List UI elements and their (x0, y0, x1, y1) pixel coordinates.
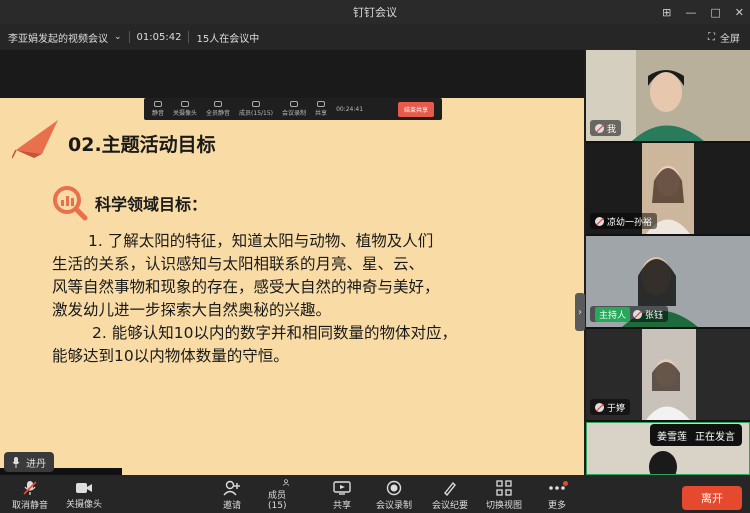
leave-button[interactable]: 离开 (682, 486, 742, 510)
participant-tile[interactable]: 我 (586, 50, 750, 141)
grid-icon (496, 479, 512, 496)
divider (188, 31, 190, 43)
next-page-arrow[interactable]: › (575, 293, 585, 331)
participant-tile[interactable]: 凉幼一孙裕 (586, 143, 750, 234)
toolbar-item: 成员(15/15) (239, 101, 273, 117)
toolbar-item: 会议录制 (282, 101, 306, 117)
more-label: 更多 (547, 500, 566, 511)
participant-label: 凉幼一孙裕 (590, 213, 658, 229)
toolbar-item: 静音 (152, 101, 164, 117)
mic-muted-icon (633, 309, 643, 319)
kite-icon (12, 120, 58, 159)
invite-label: 邀请 (222, 500, 241, 511)
unmute-label: 取消静音 (11, 500, 48, 511)
stop-share-button: 结束共享 (397, 101, 434, 117)
camera-label: 关摄像头 (65, 499, 102, 510)
mic-muted-icon (595, 402, 604, 412)
paragraph-line: 能够达到10以内物体数量的守恒。 (52, 347, 289, 365)
paragraph-line: 风等自然事物和现象的存在，感受大自然的神奇与美好， (52, 278, 440, 296)
chevron-down-icon[interactable]: ⌄ (114, 32, 122, 42)
members-label: 成员(15) (268, 491, 287, 511)
minutes-label: 会议纪要 (431, 500, 468, 511)
record-icon (386, 480, 402, 495)
paragraph-line: 1. 了解太阳的特征，知道太阳与动物、植物及人们 (88, 232, 434, 250)
pin-icon[interactable]: ⊞ (662, 6, 671, 19)
meeting-info-bar: 李亚娟发起的视频会议 ⌄ 01:05:42 15人在会议中 ⛶ 全屏 (0, 24, 750, 50)
record-label: 会议录制 (375, 500, 412, 511)
attendee-count: 15人在会议中 (196, 33, 260, 45)
speaking-indicator: 姜雪莲 正在发言 (650, 424, 742, 446)
slide-title: 02.主题活动目标 (68, 134, 216, 156)
switch-view-button[interactable]: 切换视图 (484, 479, 524, 511)
elapsed-time: 01:05:42 (136, 31, 182, 43)
share-button[interactable]: 共享 (328, 479, 356, 511)
mic-muted-icon (595, 216, 604, 226)
record-button[interactable]: 会议录制 (374, 479, 414, 511)
host-badge: 主持人 (595, 306, 631, 322)
microphone-muted-icon (23, 480, 37, 495)
active-speaker-chip: 进丹 (4, 452, 54, 472)
divider (128, 31, 130, 43)
add-user-icon (223, 480, 240, 495)
speaker-name: 进丹 (26, 458, 46, 470)
toolbar-item: 共享 (315, 101, 327, 117)
unmute-button[interactable]: 取消静音 (10, 479, 50, 511)
mic-muted-icon (595, 123, 604, 133)
camera-icon (76, 482, 92, 493)
share-screen-icon (333, 480, 351, 495)
toolbar-item: 全员静音 (206, 101, 230, 117)
minutes-button[interactable]: 会议纪要 (430, 479, 470, 511)
close-icon[interactable]: ✕ (735, 6, 744, 19)
paragraph-line: 2. 能够认知10以内的数字并和相同数量的物体对应， (92, 324, 457, 342)
magnifier-chart-icon (53, 186, 88, 221)
fullscreen-button[interactable]: ⛶ 全屏 (708, 24, 740, 50)
members-button[interactable]: 成员(15) (268, 479, 304, 511)
control-bar: 取消静音 关摄像头 邀请 成员(15) 共享 会议录制 会议纪要 切换视图 更多… (0, 475, 750, 513)
toolbar-item: 关摄像头 (173, 101, 197, 117)
window-controls: ⊞ — □ ✕ (662, 0, 744, 24)
speaking-name: 姜雪莲 (657, 431, 687, 443)
slide-body: 1. 了解太阳的特征，知道太阳与动物、植物及人们 生活的关系，认识感知与太阳相联… (52, 230, 532, 368)
notification-dot (563, 481, 568, 486)
section-title: 科学领域目标： (95, 195, 208, 214)
participant-label: 主持人 张钰 (590, 306, 669, 322)
members-icon (282, 479, 290, 486)
pen-icon (444, 481, 456, 496)
participant-label: 我 (590, 120, 622, 136)
invite-button[interactable]: 邀请 (220, 479, 244, 511)
view-label: 切换视图 (485, 500, 522, 511)
maximize-icon[interactable]: □ (710, 6, 720, 19)
paragraph-line: 生活的关系，认识感知与太阳相联系的月亮、星、云、 (52, 255, 425, 273)
participant-tile[interactable]: 主持人 张钰 (586, 236, 750, 327)
slide: 02.主题活动目标 科学领域目标： 1. 了解太阳的特征，知道太阳与动物、植物及… (0, 98, 584, 478)
participant-sidebar: 我 凉幼一孙裕 主持人 张钰 于婷 (586, 50, 750, 475)
participant-label: 于婷 (590, 399, 631, 415)
title-bar: 钉钉会议 ⊞ — □ ✕ (0, 0, 750, 24)
more-button[interactable]: 更多 (544, 479, 570, 511)
window-title: 钉钉会议 (353, 6, 397, 19)
paragraph-line: 激发幼儿进一步探索大自然奥秘的兴趣。 (52, 301, 332, 319)
fullscreen-icon: ⛶ (708, 31, 715, 43)
meeting-name[interactable]: 李亚娟发起的视频会议 (8, 30, 108, 45)
share-label: 共享 (332, 500, 351, 511)
camera-off-button[interactable]: 关摄像头 (64, 479, 104, 511)
speaking-status: 正在发言 (695, 431, 735, 443)
presenter-toolbar: 静音 关摄像头 全员静音 成员(15/15) 会议录制 共享 00:24:41 … (144, 98, 442, 120)
minimize-icon[interactable]: — (685, 6, 696, 19)
fullscreen-label: 全屏 (720, 33, 740, 45)
participant-tile[interactable]: 于婷 (586, 329, 750, 420)
toolbar-time: 00:24:41 (336, 105, 364, 113)
microphone-icon (12, 456, 20, 468)
